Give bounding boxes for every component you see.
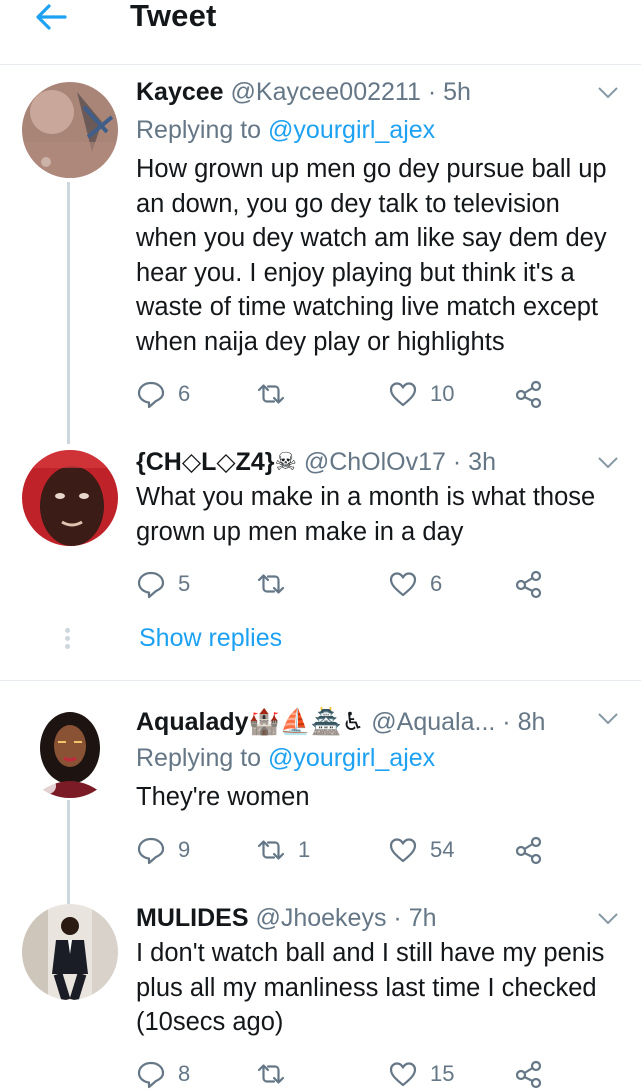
top-bar: Tweet (0, 0, 641, 65)
user-handle[interactable]: @Jhoekeys (255, 904, 386, 932)
retweet-icon (257, 574, 285, 594)
reply-count: 6 (178, 381, 191, 406)
tweet[interactable]: Aqualady🏰⛵🏯♿ @Aquala... · 8h Replying to… (0, 700, 641, 880)
avatar[interactable] (22, 904, 118, 1000)
retweet-button[interactable] (256, 376, 298, 412)
share-icon (515, 570, 542, 599)
replying-to-user[interactable]: @yourgirl_ajex (268, 116, 435, 144)
avatar[interactable] (22, 82, 118, 178)
like-button[interactable]: 10 (388, 376, 454, 412)
retweet-icon (257, 840, 285, 860)
display-name[interactable]: Kaycee (136, 78, 224, 106)
chevron-down-icon[interactable] (597, 86, 619, 100)
tweet-actions: 5 6 (136, 566, 556, 602)
reply-icon (137, 1061, 165, 1089)
tweet-text: They're women (136, 783, 310, 811)
show-replies-link[interactable]: Show replies (139, 624, 282, 653)
timestamp: 5h (443, 78, 471, 106)
like-icon (389, 1062, 417, 1087)
page-title: Tweet (130, 0, 217, 33)
share-icon (515, 1060, 542, 1089)
like-count: 10 (430, 381, 455, 406)
timestamp: 3h (468, 448, 496, 476)
like-button[interactable]: 6 (388, 566, 442, 602)
replying-to: Replying to @yourgirl_ajex (136, 114, 435, 146)
reply-button[interactable]: 9 (136, 832, 190, 868)
user-handle[interactable]: @ChOlOv17 (304, 448, 446, 476)
display-name[interactable]: MULIDES (136, 904, 249, 932)
like-button[interactable]: 54 (388, 832, 454, 868)
reply-button[interactable]: 8 (136, 1056, 190, 1092)
chevron-down-icon[interactable] (597, 712, 619, 726)
like-button[interactable]: 15 (388, 1056, 454, 1092)
tweet-actions: 9 1 54 (136, 832, 556, 868)
user-handle[interactable]: @Kaycee002211 (231, 78, 421, 106)
tweet-text: How grown up men go dey pursue ball up a… (136, 155, 607, 356)
reply-icon (137, 571, 165, 599)
chevron-down-icon[interactable] (597, 456, 619, 470)
avatar[interactable] (22, 450, 118, 546)
share-button[interactable] (514, 1056, 544, 1092)
back-arrow-icon[interactable] (34, 2, 68, 32)
tweet-meta: MULIDES @Jhoekeys · 7h (136, 902, 581, 934)
retweet-button[interactable] (256, 566, 298, 602)
like-count: 6 (430, 571, 443, 596)
reply-icon (137, 837, 165, 865)
tweet-meta: {CH◇L◇Z4}☠ @ChOlOv17 · 3h (136, 446, 581, 478)
tweet[interactable]: MULIDES @Jhoekeys · 7h I don't watch bal… (0, 900, 641, 1089)
like-icon (389, 382, 417, 407)
separator-dot: · (452, 448, 462, 476)
reply-count: 8 (178, 1061, 191, 1086)
tweet-text: I don't watch ball and I still have my p… (136, 939, 605, 1036)
like-icon (389, 572, 417, 597)
separator-dot: · (393, 904, 402, 932)
user-handle[interactable]: @Aquala... (371, 708, 495, 736)
reply-count: 5 (178, 571, 191, 596)
tweet-meta: Kaycee @Kaycee002211 · 5h (136, 76, 581, 108)
share-button[interactable] (514, 832, 544, 868)
share-icon (515, 836, 542, 865)
replying-to-label: Replying to (136, 744, 262, 772)
like-icon (389, 838, 417, 863)
tweet[interactable]: Kaycee @Kaycee002211 · 5h Replying to @y… (0, 74, 641, 414)
timestamp: 8h (517, 708, 546, 736)
reply-button[interactable]: 6 (136, 376, 190, 412)
display-name[interactable]: {CH◇L◇Z4}☠ (136, 448, 297, 476)
separator-dot: · (502, 708, 511, 736)
separator-dot: · (427, 78, 437, 106)
share-button[interactable] (514, 566, 544, 602)
tweet-actions: 8 15 (136, 1056, 556, 1092)
chevron-down-icon[interactable] (597, 912, 619, 926)
like-count: 15 (430, 1061, 455, 1086)
like-count: 54 (430, 837, 455, 862)
share-icon (515, 380, 542, 409)
replying-to-label: Replying to (136, 116, 262, 144)
reply-icon (137, 381, 165, 409)
retweet-count: 1 (298, 837, 311, 862)
tweet-meta: Aqualady🏰⛵🏯♿ @Aquala... · 8h (136, 706, 577, 738)
replying-to: Replying to @yourgirl_ajex (136, 742, 435, 774)
tweet-actions: 6 10 (136, 376, 556, 412)
reply-button[interactable]: 5 (136, 566, 190, 602)
retweet-button[interactable] (256, 1056, 298, 1092)
reply-count: 9 (178, 837, 191, 862)
avatar[interactable] (22, 702, 118, 798)
replying-to-user[interactable]: @yourgirl_ajex (268, 744, 435, 772)
timestamp: 7h (408, 904, 437, 932)
share-button[interactable] (514, 376, 544, 412)
thread-continuation-dots (65, 628, 71, 652)
display-name[interactable]: Aqualady🏰⛵🏯♿ (136, 708, 364, 736)
retweet-button[interactable]: 1 (256, 832, 310, 868)
divider (0, 680, 641, 681)
retweet-icon (257, 1064, 285, 1084)
tweet[interactable]: {CH◇L◇Z4}☠ @ChOlOv17 · 3h What you make … (0, 444, 641, 604)
tweet-text: What you make in a month is what those g… (136, 483, 596, 546)
retweet-icon (257, 384, 285, 404)
